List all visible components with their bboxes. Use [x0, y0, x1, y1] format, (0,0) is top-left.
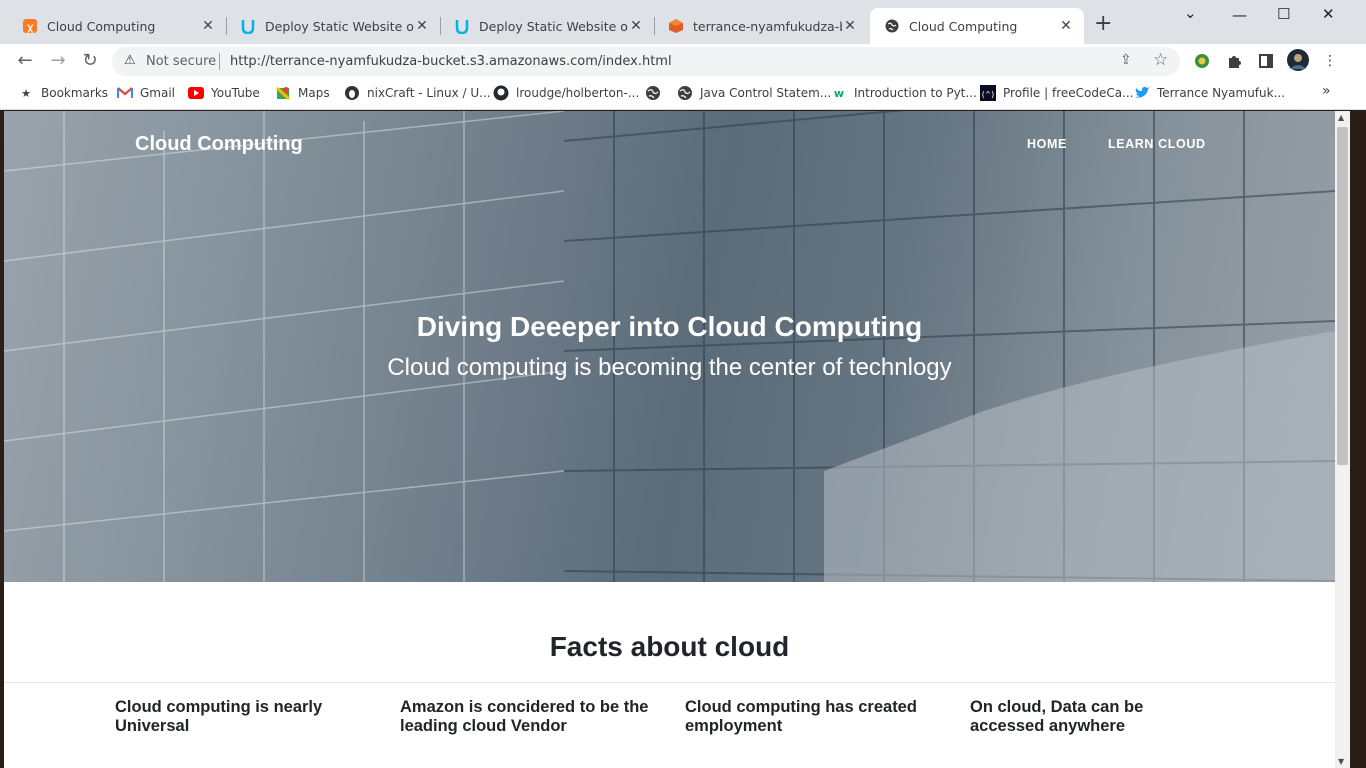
address-bar[interactable]: ⚠ Not secure http://terrance-nyamfukudza…: [112, 47, 1180, 76]
aws-s3-icon: [668, 18, 684, 34]
nav-learn-cloud-link[interactable]: LEARN CLOUD: [1108, 137, 1206, 151]
bookmark-bookmarks[interactable]: ★ Bookmarks: [18, 85, 108, 101]
bookmark-label: Terrance Nyamufuk...: [1157, 86, 1286, 100]
tab-search-chevron-icon[interactable]: ⌄: [1184, 4, 1197, 22]
tab-1[interactable]: ꭓ Cloud Computing ✕: [8, 8, 226, 44]
bookmark-freecodecamp[interactable]: (^) Profile | freeCodeCa...: [980, 85, 1134, 101]
forward-button[interactable]: →: [47, 50, 69, 71]
close-icon[interactable]: ✕: [414, 18, 430, 34]
close-window-button[interactable]: ✕: [1322, 5, 1335, 23]
star-icon: ★: [21, 86, 31, 100]
browser-window: ꭓ Cloud Computing ✕ Deploy Static Websit…: [0, 0, 1366, 768]
new-tab-button[interactable]: +: [1094, 13, 1112, 35]
reload-button[interactable]: ↻: [79, 50, 101, 71]
bookmark-label: Bookmarks: [41, 86, 109, 100]
bookmark-label: nixCraft - Linux / U...: [367, 86, 491, 100]
bookmarks-overflow-icon[interactable]: »: [1322, 83, 1331, 99]
bookmark-label: YouTube: [211, 86, 260, 100]
facts-divider: [4, 682, 1335, 683]
fact-item: Cloud computing has created employment: [685, 698, 917, 735]
bookmark-twitter[interactable]: Terrance Nyamufuk...: [1134, 85, 1285, 101]
youtube-icon: [188, 85, 204, 101]
udacity-icon: [454, 18, 470, 34]
page-scrollbar[interactable]: ▲ ▼: [1335, 111, 1350, 768]
tab-title: Cloud Computing: [47, 18, 156, 34]
extensions-puzzle-icon[interactable]: [1225, 52, 1243, 70]
profile-avatar[interactable]: [1287, 49, 1309, 71]
fact-item: On cloud, Data can be accessed anywhere: [970, 698, 1144, 735]
menu-kebab-icon[interactable]: ⋮: [1321, 52, 1339, 70]
facts-heading: Facts about cloud: [549, 631, 790, 662]
bookmark-label: Gmail: [140, 86, 176, 100]
close-icon[interactable]: ✕: [1058, 18, 1074, 34]
tab-3[interactable]: Deploy Static Website on AWS ✕: [440, 8, 654, 44]
desktop-edge: [1350, 111, 1366, 768]
tab-title: Deploy Static Website on AWS: [479, 18, 628, 34]
nixcraft-icon: [344, 85, 360, 101]
bookmark-label: Maps: [298, 86, 330, 100]
hero-section: Cloud Computing HOME LEARN CLOUD Diving …: [4, 111, 1335, 582]
extension-globe-icon[interactable]: [1193, 52, 1211, 70]
bookmark-github[interactable]: lroudge/holberton-...: [493, 85, 639, 101]
xampp-icon: ꭓ: [22, 18, 38, 34]
url-text[interactable]: http://terrance-nyamfukudza-bucket.s3.am…: [230, 54, 672, 69]
scrollbar-thumb[interactable]: [1337, 127, 1348, 465]
maximize-button[interactable]: ☐: [1277, 5, 1290, 23]
fact-item: Amazon is concidered to be the leading c…: [400, 698, 649, 735]
hero-background-image: [4, 111, 1335, 582]
bookmark-globe[interactable]: [645, 85, 668, 101]
tab-strip: ꭓ Cloud Computing ✕ Deploy Static Websit…: [0, 0, 1366, 44]
tab-2[interactable]: Deploy Static Website on AWS ✕: [226, 8, 440, 44]
w3-icon: w: [833, 86, 845, 100]
close-icon[interactable]: ✕: [842, 18, 858, 34]
close-icon[interactable]: ✕: [200, 18, 216, 34]
bookmark-label: Profile | freeCodeCa...: [1003, 86, 1134, 100]
bookmark-python[interactable]: w Introduction to Pyt...: [831, 85, 977, 101]
freecodecamp-icon: (^): [980, 85, 996, 101]
bookmark-label: Introduction to Pyt...: [854, 86, 977, 100]
maps-icon: [275, 85, 291, 101]
hero-title: Diving Deeeper into Cloud Computing: [416, 311, 923, 342]
tab-4[interactable]: terrance-nyamfukudza-bucket ✕: [654, 8, 868, 44]
fact-item: Cloud computing is nearly Universal: [115, 698, 323, 735]
bookmark-label: lroudge/holberton-...: [516, 86, 640, 100]
svg-text:(^): (^): [981, 90, 995, 99]
gmail-icon: [117, 85, 133, 101]
globe-icon: [677, 85, 693, 101]
nav-home-link[interactable]: HOME: [1027, 137, 1067, 151]
scroll-down-arrow-icon[interactable]: ▼: [1338, 757, 1344, 766]
udacity-icon: [240, 18, 256, 34]
twitter-icon: [1134, 85, 1150, 101]
back-button[interactable]: ←: [14, 50, 36, 71]
bookmark-nixcraft[interactable]: nixCraft - Linux / U...: [344, 85, 491, 101]
tab-title: Deploy Static Website on AWS: [265, 18, 414, 34]
bookmark-gmail[interactable]: Gmail: [117, 85, 175, 101]
warning-icon[interactable]: ⚠: [124, 53, 136, 68]
close-icon[interactable]: ✕: [628, 18, 644, 34]
bookmark-maps[interactable]: Maps: [275, 85, 330, 101]
tab-title: terrance-nyamfukudza-bucket: [693, 18, 842, 34]
side-panel-icon[interactable]: [1257, 52, 1275, 70]
site-brand-logo[interactable]: Cloud Computing: [135, 133, 303, 156]
page-viewport: Cloud Computing HOME LEARN CLOUD Diving …: [4, 111, 1335, 768]
hero-subtitle: Cloud computing is becoming the center o…: [387, 354, 952, 381]
minimize-button[interactable]: —: [1232, 6, 1247, 24]
bookmark-label: Java Control Statem...: [700, 86, 832, 100]
browser-toolbar: ← → ↻ ⚠ Not secure http://terrance-nyamf…: [0, 44, 1366, 78]
scroll-up-arrow-icon[interactable]: ▲: [1338, 113, 1344, 122]
globe-icon: [645, 85, 661, 101]
tab-5-active[interactable]: Cloud Computing ✕: [870, 8, 1084, 44]
bookmark-java[interactable]: Java Control Statem...: [677, 85, 831, 101]
tab-title: Cloud Computing: [909, 18, 1018, 34]
globe-icon: [884, 18, 900, 34]
security-label[interactable]: Not secure: [146, 54, 216, 69]
share-icon[interactable]: ⇪: [1120, 52, 1132, 68]
bookmark-youtube[interactable]: YouTube: [188, 85, 260, 101]
bookmarks-bar: ★ Bookmarks Gmail YouTube Maps nixCraft …: [0, 78, 1366, 110]
github-icon: [493, 85, 509, 101]
bookmark-star-icon[interactable]: ☆: [1153, 50, 1168, 70]
